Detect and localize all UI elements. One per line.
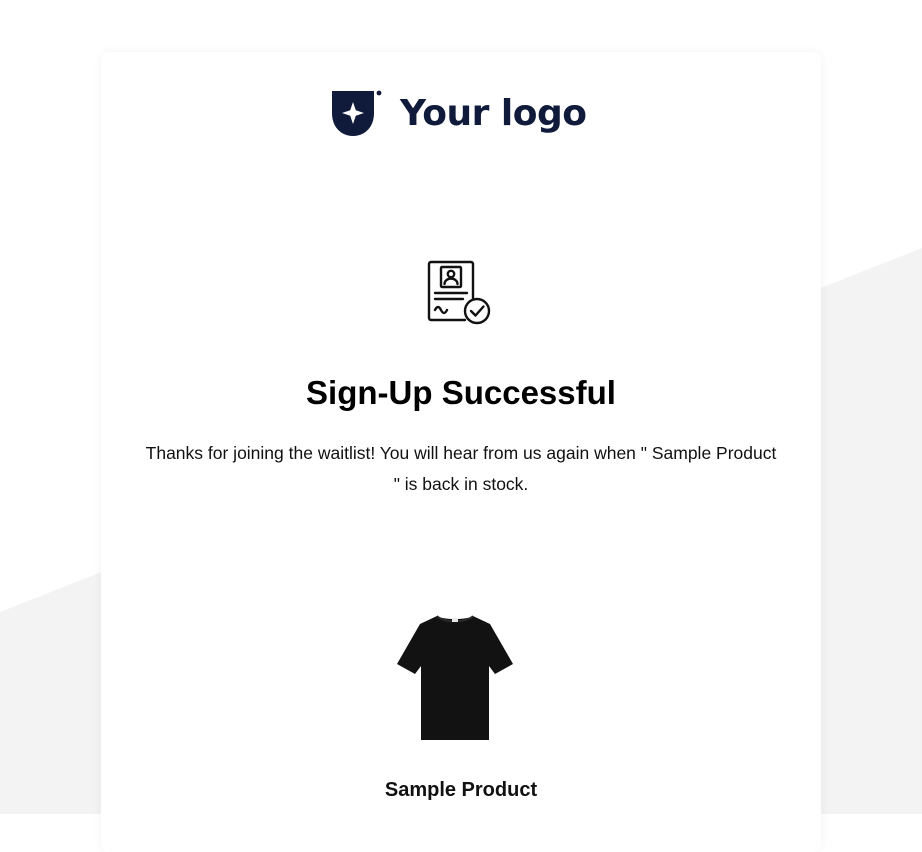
shield-star-icon <box>332 90 382 136</box>
certificate-check-icon <box>427 260 491 325</box>
product-name: Sample Product <box>384 779 538 801</box>
logo-text: Your logo <box>400 93 587 134</box>
brand-logo: Your logo <box>330 88 587 140</box>
confirmation-message: Thanks for joining the waitlist! You wil… <box>145 443 777 494</box>
product-image <box>397 615 513 740</box>
confirmation-card: Your logo Sign-Up Successful Thanks for … <box>101 52 821 852</box>
page-title: Sign-Up Successful <box>306 374 616 411</box>
